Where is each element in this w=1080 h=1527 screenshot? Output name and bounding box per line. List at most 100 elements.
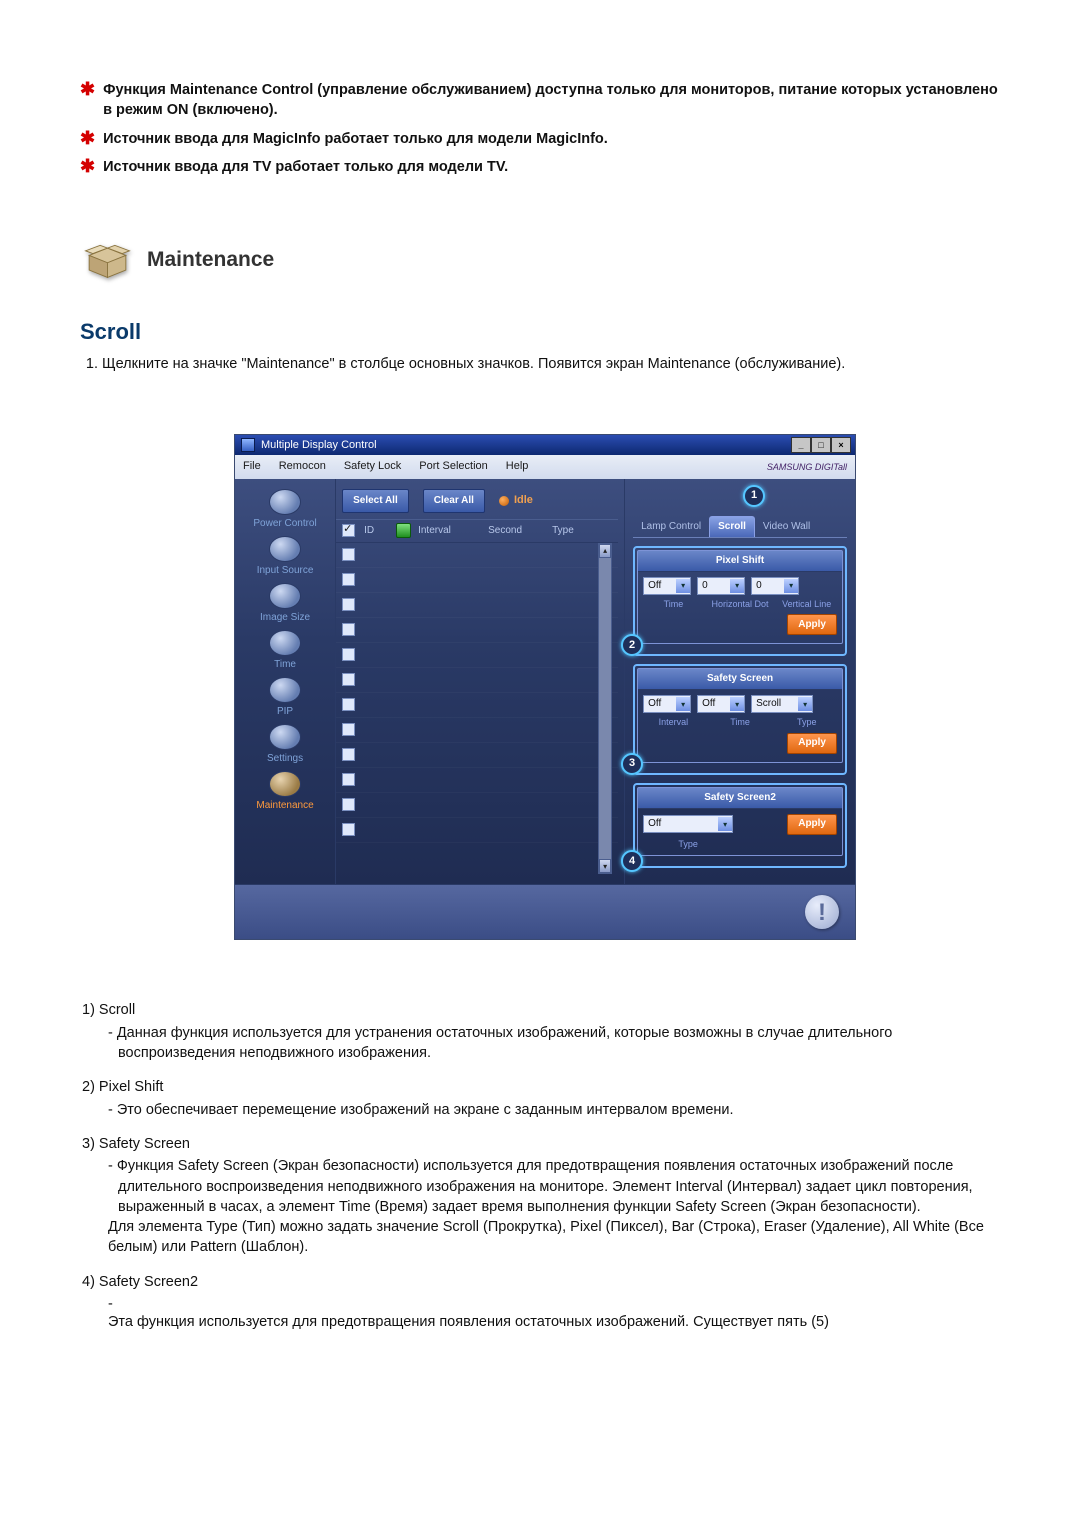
label-type: Type <box>776 716 837 729</box>
menu-remocon[interactable]: Remocon <box>279 459 326 474</box>
minimize-button[interactable]: _ <box>791 437 811 453</box>
right-pane: 1 Lamp Control Scroll Video Wall 2 Pixel… <box>625 479 855 885</box>
safety-interval-select[interactable]: Off▾ <box>643 695 691 713</box>
scroll-up-icon[interactable]: ▴ <box>599 544 611 558</box>
label-type: Type <box>643 838 733 851</box>
table-row[interactable] <box>336 543 618 568</box>
row-checkbox[interactable] <box>342 823 355 836</box>
sidebar-item-settings[interactable]: Settings <box>240 722 330 769</box>
sidebar-label: Input Source <box>257 565 314 576</box>
safety-screen-title: Safety Screen <box>638 669 842 690</box>
pixel-shift-apply-button[interactable]: Apply <box>787 614 837 635</box>
table-header: ID Interval Second Type <box>336 519 618 543</box>
menu-file[interactable]: File <box>243 459 261 474</box>
label-time: Time <box>643 598 704 611</box>
safety-type-select[interactable]: Scroll▾ <box>751 695 813 713</box>
desc-3-body: - Функция Safety Screen (Экран безопасно… <box>108 1156 1010 1217</box>
row-checkbox[interactable] <box>342 598 355 611</box>
pixel-shift-time-select[interactable]: Off▾ <box>643 577 691 595</box>
note-1: Функция Maintenance Control (управление … <box>103 80 1010 121</box>
row-checkbox[interactable] <box>342 698 355 711</box>
sidebar-item-time[interactable]: Time <box>240 628 330 675</box>
table-scrollbar[interactable]: ▴ ▾ <box>598 543 612 875</box>
close-button[interactable]: × <box>831 437 851 453</box>
table-row[interactable] <box>336 768 618 793</box>
row-checkbox[interactable] <box>342 723 355 736</box>
sidebar-label: Time <box>274 659 296 670</box>
chevron-down-icon: ▾ <box>718 817 732 831</box>
maximize-button[interactable]: □ <box>811 437 831 453</box>
row-checkbox[interactable] <box>342 548 355 561</box>
header-checkbox[interactable] <box>342 524 355 537</box>
scroll-down-icon[interactable]: ▾ <box>599 859 611 873</box>
label-h-dot: Horizontal Dot <box>710 598 771 611</box>
input-icon <box>269 536 301 562</box>
row-checkbox[interactable] <box>342 798 355 811</box>
table-row[interactable] <box>336 743 618 768</box>
safety-screen-group: Safety Screen Off▾ Off▾ Scroll▾ Interval… <box>637 668 843 763</box>
select-all-button[interactable]: Select All <box>342 489 409 513</box>
safety-time-select[interactable]: Off▾ <box>697 695 745 713</box>
pixel-shift-title: Pixel Shift <box>638 551 842 572</box>
menu-safety-lock[interactable]: Safety Lock <box>344 459 401 474</box>
row-checkbox[interactable] <box>342 573 355 586</box>
sidebar-item-image-size[interactable]: Image Size <box>240 581 330 628</box>
chevron-down-icon: ▾ <box>730 697 744 711</box>
col-type: Type <box>552 524 600 538</box>
callout-3: 3 <box>621 753 643 775</box>
pixel-shift-outline: 2 Pixel Shift Off▾ 0▾ 0▾ Time Horizontal… <box>633 546 847 657</box>
desc-2-label: 2) Pixel Shift <box>82 1077 1010 1097</box>
table-row[interactable] <box>336 818 618 843</box>
sidebar-item-input-source[interactable]: Input Source <box>240 534 330 581</box>
table-row[interactable] <box>336 718 618 743</box>
pixel-shift-v-select[interactable]: 0▾ <box>751 577 799 595</box>
desc-2-body: - Это обеспечивает перемещение изображен… <box>108 1100 1010 1120</box>
sidebar-item-maintenance[interactable]: Maintenance <box>240 769 330 816</box>
star-icon: ✱ <box>80 80 95 98</box>
titlebar: Multiple Display Control _ □ × <box>235 435 855 455</box>
window-title: Multiple Display Control <box>261 438 785 453</box>
callout-1: 1 <box>743 485 765 507</box>
row-checkbox[interactable] <box>342 773 355 786</box>
tab-scroll[interactable]: Scroll <box>709 516 755 537</box>
table-row[interactable] <box>336 643 618 668</box>
table-row[interactable] <box>336 793 618 818</box>
desc-4-dash: - <box>108 1294 1010 1314</box>
image-size-icon <box>269 583 301 609</box>
safety2-type-select[interactable]: Off▾ <box>643 815 733 833</box>
safety-screen-outline: 3 Safety Screen Off▾ Off▾ Scroll▾ Interv… <box>633 664 847 775</box>
safety-screen2-apply-button[interactable]: Apply <box>787 814 837 835</box>
maintenance-icon <box>269 771 301 797</box>
table-row[interactable] <box>336 568 618 593</box>
sidebar-label: Power Control <box>253 518 316 529</box>
app-icon <box>241 438 255 452</box>
sidebar-label: PIP <box>277 706 293 717</box>
sidebar-item-power-control[interactable]: Power Control <box>240 487 330 534</box>
label-v-line: Vertical Line <box>776 598 837 611</box>
clear-all-button[interactable]: Clear All <box>423 489 485 513</box>
maintenance-box-icon <box>80 232 135 287</box>
table-row[interactable] <box>336 618 618 643</box>
menu-help[interactable]: Help <box>506 459 529 474</box>
note-2: Источник ввода для MagicInfo работает то… <box>103 129 608 149</box>
row-checkbox[interactable] <box>342 648 355 661</box>
app-window: Multiple Display Control _ □ × File Remo… <box>234 434 856 940</box>
table-row[interactable] <box>336 668 618 693</box>
sidebar-item-pip[interactable]: PIP <box>240 675 330 722</box>
col-id: ID <box>364 524 396 538</box>
chevron-down-icon: ▾ <box>730 579 744 593</box>
safety-screen-apply-button[interactable]: Apply <box>787 733 837 754</box>
note-3: Источник ввода для TV работает только дл… <box>103 157 508 177</box>
status-col-icon <box>396 523 411 538</box>
menu-port-selection[interactable]: Port Selection <box>419 459 487 474</box>
pixel-shift-h-select[interactable]: 0▾ <box>697 577 745 595</box>
row-checkbox[interactable] <box>342 748 355 761</box>
tab-video-wall[interactable]: Video Wall <box>755 517 818 537</box>
sidebar: Power Control Input Source Image Size Ti… <box>235 479 335 885</box>
table-row[interactable] <box>336 693 618 718</box>
tab-lamp-control[interactable]: Lamp Control <box>633 517 709 537</box>
table-row[interactable] <box>336 593 618 618</box>
pixel-shift-group: Pixel Shift Off▾ 0▾ 0▾ Time Horizontal D… <box>637 550 843 645</box>
row-checkbox[interactable] <box>342 623 355 636</box>
row-checkbox[interactable] <box>342 673 355 686</box>
